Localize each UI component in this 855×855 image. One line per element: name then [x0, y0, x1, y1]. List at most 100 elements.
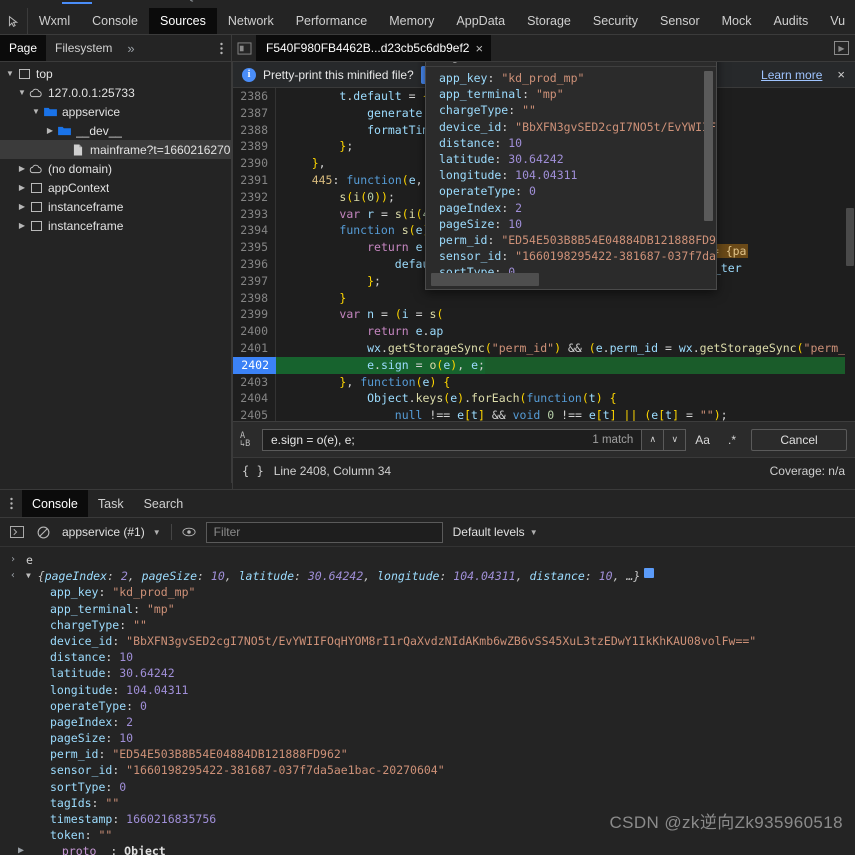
console-property-row[interactable]: app_terminal: "mp" — [0, 601, 855, 617]
tab-security[interactable]: Security — [582, 8, 649, 34]
code-line[interactable]: 2405 null !== e[t] && void 0 !== e[t] ||… — [232, 407, 855, 421]
proto-expand-icon[interactable]: ▶ — [0, 843, 26, 855]
show-console-sidebar-icon[interactable] — [4, 520, 30, 544]
console-filter-input[interactable]: Filter — [205, 521, 443, 543]
tree-item-no-domain[interactable]: (no domain) — [0, 159, 231, 178]
execution-context-select[interactable]: appservice (#1) ▼ — [56, 525, 167, 539]
code-line[interactable]: 2404 Object.keys(e).forEach(function(t) … — [232, 390, 855, 408]
line-number[interactable]: 2388 — [232, 121, 276, 139]
console-property-row[interactable]: chargeType: "" — [0, 617, 855, 633]
chevron-right-icon[interactable] — [44, 126, 56, 135]
panel-toggle-icon[interactable] — [232, 35, 256, 61]
line-number[interactable]: 2402 — [232, 356, 276, 374]
console-property-row[interactable]: app_key: "kd_prod_mp" — [0, 584, 855, 600]
console-property-row[interactable]: operateType: 0 — [0, 698, 855, 714]
inspect-element-icon[interactable] — [0, 8, 28, 34]
clear-console-icon[interactable] — [30, 520, 56, 544]
console-property-row[interactable]: sortType: 0 — [0, 779, 855, 795]
show-navigator-button[interactable]: ▶ — [834, 35, 849, 61]
navigator-more-icon[interactable]: » — [121, 35, 140, 61]
console-proto-row[interactable]: ▶ __proto__: Object — [0, 843, 855, 855]
tab-storage[interactable]: Storage — [516, 8, 582, 34]
line-number[interactable]: 2394 — [232, 222, 276, 240]
find-next-button[interactable]: ∨ — [664, 428, 687, 451]
popup-horizontal-scrollbar[interactable] — [431, 273, 539, 286]
console-property-row[interactable]: distance: 10 — [0, 649, 855, 665]
tab-sensor[interactable]: Sensor — [649, 8, 711, 34]
tree-item-origin[interactable]: 127.0.0.1:25733 — [0, 83, 231, 102]
console-property-row[interactable]: latitude: 30.64242 — [0, 665, 855, 681]
chevron-right-icon[interactable] — [16, 221, 28, 230]
tab-vue[interactable]: Vu — [819, 8, 855, 34]
tree-item-appservice[interactable]: appservice — [0, 102, 231, 121]
cancel-button[interactable]: Cancel — [751, 428, 847, 451]
chevron-right-icon[interactable] — [16, 202, 28, 211]
code-line-highlighted[interactable]: 2402 e.sign = o(e), e; — [232, 356, 855, 374]
chevron-down-icon[interactable] — [30, 107, 42, 116]
console-property-row[interactable]: device_id: "BbXFN3gvSED2cgI7NO5t/EvYWIIF… — [0, 633, 855, 649]
chevron-down-icon[interactable] — [4, 69, 16, 78]
regex-toggle[interactable]: .* — [719, 429, 745, 451]
object-popup-body[interactable]: app_key: "kd_prod_mp" app_terminal: "mp" c… — [426, 67, 716, 289]
console-property-row[interactable]: perm_id: "ED54E503B8B54E04884DB121888FD9… — [0, 746, 855, 762]
match-case-toggle[interactable]: Aa — [686, 429, 719, 451]
tree-item-top[interactable]: top — [0, 64, 231, 83]
line-number[interactable]: 2396 — [232, 255, 276, 273]
pretty-print-format-icon[interactable]: { } — [242, 464, 264, 478]
line-number[interactable]: 2405 — [232, 407, 276, 421]
tree-item-instanceframe-2[interactable]: instanceframe — [0, 216, 231, 235]
console-property-row[interactable]: longitude: 104.04311 — [0, 682, 855, 698]
tab-console[interactable]: Console — [81, 8, 149, 34]
line-number[interactable]: 2397 — [232, 272, 276, 290]
tree-item-dev[interactable]: __dev__ — [0, 121, 231, 140]
console-property-row[interactable]: sensor_id: "1660198295422-381687-037f7da… — [0, 762, 855, 778]
find-previous-button[interactable]: ∧ — [642, 428, 665, 451]
chevron-right-icon[interactable] — [16, 183, 28, 192]
tree-item-mainframe[interactable]: mainframe?t=16602162709… — [0, 140, 231, 159]
line-number[interactable]: 2389 — [232, 138, 276, 156]
editor-tab-open-file[interactable]: F540F980FB4462B...d23cb5c6db9ef2 × — [256, 35, 492, 61]
chevron-down-icon[interactable] — [16, 88, 28, 97]
line-number[interactable]: 2403 — [232, 373, 276, 391]
code-line[interactable]: 2398 } — [232, 289, 855, 307]
line-number[interactable]: 2387 — [232, 104, 276, 122]
chevron-right-icon[interactable] — [16, 164, 28, 173]
line-number[interactable]: 2400 — [232, 323, 276, 340]
navigator-tab-filesystem[interactable]: Filesystem — [46, 35, 121, 61]
line-number[interactable]: 2399 — [232, 306, 276, 324]
line-number[interactable]: 2391 — [232, 171, 276, 189]
tree-item-instanceframe-1[interactable]: instanceframe — [0, 197, 231, 216]
line-number[interactable]: 2393 — [232, 205, 276, 223]
line-number[interactable]: 2392 — [232, 188, 276, 206]
drawer-tab-search[interactable]: Search — [134, 490, 194, 517]
console-property-row[interactable]: pageIndex: 2 — [0, 714, 855, 730]
tab-performance[interactable]: Performance — [285, 8, 379, 34]
code-line[interactable]: 2403 }, function(e) { — [232, 373, 855, 391]
info-badge[interactable] — [644, 568, 655, 579]
search-input[interactable]: e.sign = o(e), e; 1 match — [262, 428, 643, 451]
drawer-tab-task[interactable]: Task — [88, 490, 134, 517]
tab-memory[interactable]: Memory — [378, 8, 445, 34]
code-line[interactable]: 2401 wx.getStorageSync("perm_id") && (e.… — [232, 339, 855, 357]
tab-appdata[interactable]: AppData — [445, 8, 516, 34]
editor-vertical-scrollbar[interactable] — [845, 88, 855, 421]
line-number[interactable]: 2401 — [232, 339, 276, 357]
pane-divider[interactable] — [232, 62, 233, 489]
code-line[interactable]: 2400 return e.ap — [232, 323, 855, 340]
popup-vertical-scrollbar[interactable] — [704, 71, 713, 221]
code-line[interactable]: 2399 var n = (i = s( — [232, 306, 855, 324]
line-number[interactable]: 2390 — [232, 155, 276, 172]
log-levels-select[interactable]: Default levels ▼ — [443, 525, 548, 539]
console-result-line[interactable]: ‹ ▼ {pageIndex: 2, pageSize: 10, latitude… — [0, 568, 855, 584]
tab-mock[interactable]: Mock — [711, 8, 763, 34]
tab-network[interactable]: Network — [217, 8, 285, 34]
navigator-tab-page[interactable]: Page — [0, 35, 47, 61]
line-number[interactable]: 2398 — [232, 289, 276, 307]
tab-audits[interactable]: Audits — [763, 8, 820, 34]
live-expression-icon[interactable] — [176, 520, 202, 544]
close-icon[interactable]: × — [475, 41, 483, 56]
line-number[interactable]: 2404 — [232, 390, 276, 408]
learn-more-link[interactable]: Learn more — [761, 68, 822, 82]
drawer-tab-console[interactable]: Console — [22, 490, 88, 517]
kebab-menu-icon[interactable] — [0, 490, 22, 517]
